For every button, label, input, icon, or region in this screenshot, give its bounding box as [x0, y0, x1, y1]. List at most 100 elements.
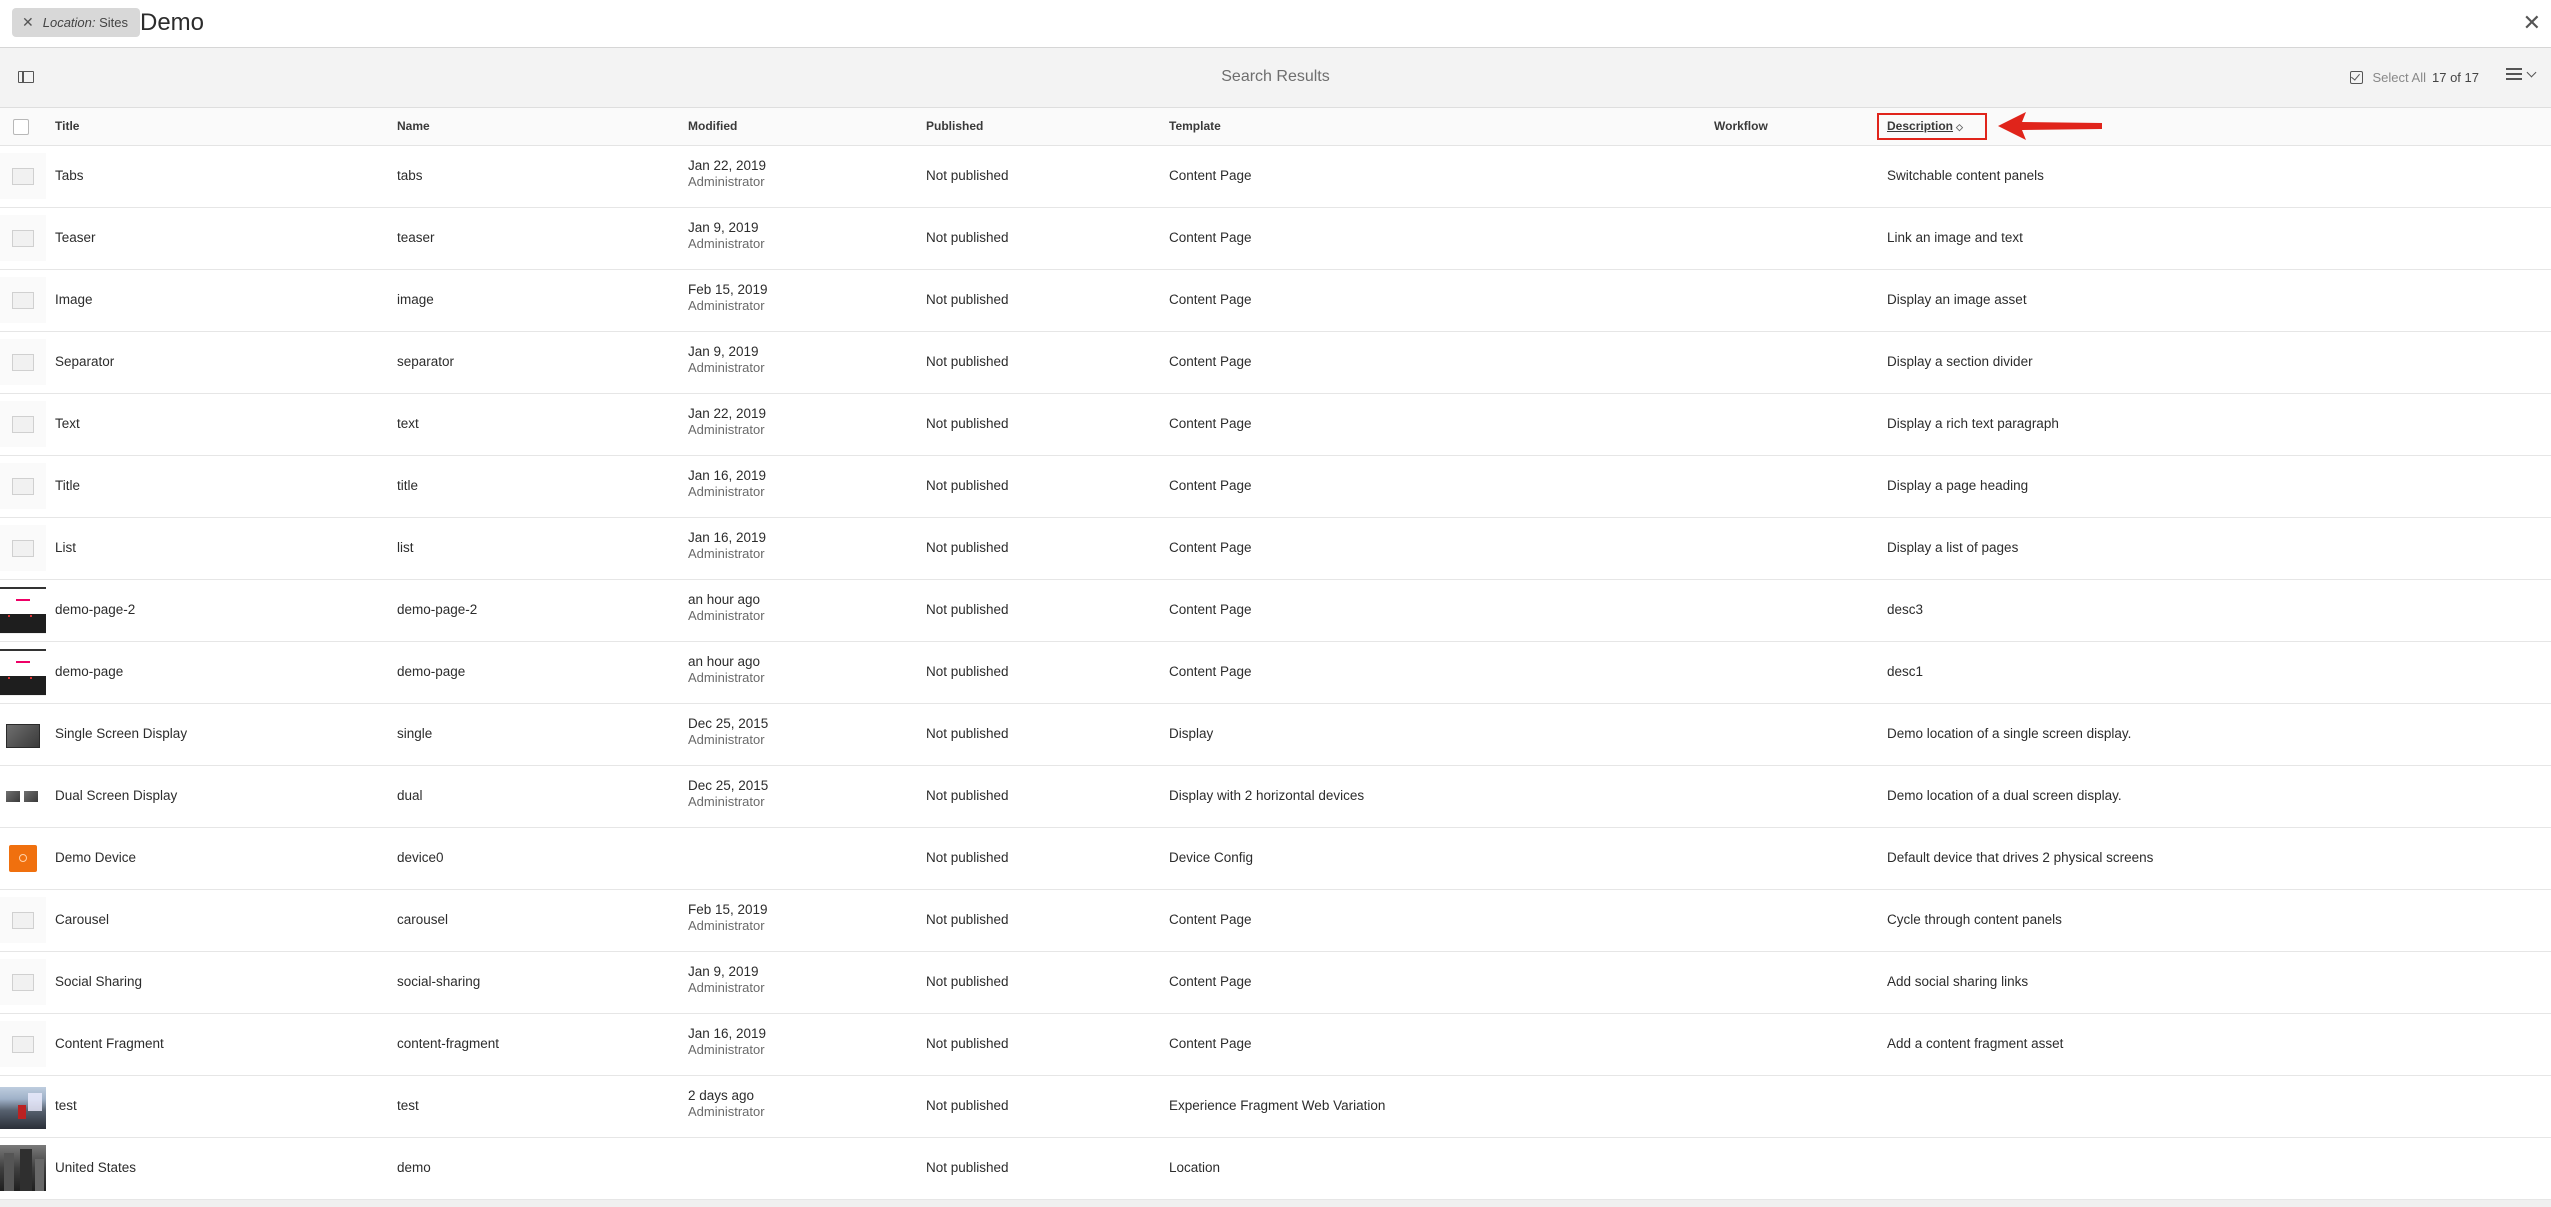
red-arrow-annotation	[1998, 112, 2102, 140]
thumbnail-component[interactable]	[0, 215, 46, 261]
thumbnail-component[interactable]	[0, 1021, 46, 1067]
row-modified-by: Administrator	[688, 732, 765, 747]
close-icon[interactable]: ✕	[22, 14, 34, 31]
row-modified: Jan 22, 2019 Administrator	[688, 158, 766, 190]
row-modified: Jan 9, 2019 Administrator	[688, 220, 765, 252]
table-row[interactable]: Carousel carousel Feb 15, 2019 Administrato…	[0, 890, 2551, 952]
row-published-status: Not published	[926, 788, 1009, 803]
row-modified-date: Feb 15, 2019	[688, 902, 768, 917]
row-template: Content Page	[1169, 1036, 1252, 1051]
row-description: desc3	[1887, 602, 1924, 617]
row-modified: Jan 16, 2019 Administrator	[688, 468, 766, 500]
row-description: Display a list of pages	[1887, 540, 2019, 555]
location-filter-tag[interactable]: ✕ Location: Sites	[12, 8, 141, 37]
table-row[interactable]: Separator separator Jan 9, 2019 Administrat…	[0, 332, 2551, 394]
row-modified-by: Administrator	[688, 484, 765, 499]
row-title: Content Fragment	[55, 1036, 164, 1051]
row-modified: Jan 22, 2019 Administrator	[688, 406, 766, 438]
row-modified-by: Administrator	[688, 980, 765, 995]
row-modified: an hour ago Administrator	[688, 592, 765, 624]
highlight-annotation-box	[1877, 113, 1987, 140]
table-row[interactable]: Image image Feb 15, 2019 Administrator Not p…	[0, 270, 2551, 332]
row-published-status: Not published	[926, 292, 1009, 307]
table-row[interactable]: List list Jan 16, 2019 Administrator Not pub…	[0, 518, 2551, 580]
row-name: text	[397, 416, 419, 431]
row-published-status: Not published	[926, 664, 1009, 679]
table-row[interactable]: Text text Jan 22, 2019 Administrator Not pub…	[0, 394, 2551, 456]
thumbnail-component[interactable]	[0, 959, 46, 1005]
table-row[interactable]: test test 2 days ago Administrator Not publi…	[0, 1076, 2551, 1138]
thumbnail-page[interactable]	[0, 649, 46, 696]
column-header-template[interactable]: Template	[1169, 108, 1221, 145]
search-input[interactable]: Demo	[140, 9, 204, 37]
close-icon[interactable]: ✕	[2523, 10, 2541, 36]
thumbnail-single[interactable]	[0, 711, 46, 757]
thumbnail-component[interactable]	[0, 463, 46, 509]
column-header-modified[interactable]: Modified	[688, 108, 737, 145]
table-row[interactable]: Social Sharing social-sharing Jan 9, 2019 A…	[0, 952, 2551, 1014]
row-name: social-sharing	[397, 974, 481, 989]
view-switcher-button[interactable]	[2506, 67, 2537, 81]
row-published-status: Not published	[926, 1098, 1009, 1113]
row-modified-date: Jan 16, 2019	[688, 1026, 767, 1041]
row-modified-date: Jan 22, 2019	[688, 406, 767, 421]
thumbnail-component[interactable]	[0, 897, 46, 943]
row-modified-date: 2 days ago	[688, 1088, 755, 1103]
row-name: list	[397, 540, 414, 555]
row-template: Content Page	[1169, 540, 1252, 555]
thumbnail-city[interactable]	[0, 1145, 46, 1191]
table-row[interactable]: United States demo Not published Location	[0, 1138, 2551, 1200]
thumbnail-component[interactable]	[0, 277, 46, 323]
row-published-status: Not published	[926, 416, 1009, 431]
row-modified: 2 days ago Administrator	[688, 1088, 765, 1120]
column-header-workflow[interactable]: Workflow	[1714, 108, 1768, 145]
row-published-status: Not published	[926, 1036, 1009, 1051]
row-published-status: Not published	[926, 230, 1009, 245]
row-published-status: Not published	[926, 602, 1009, 617]
column-header-title[interactable]: Title	[55, 108, 79, 145]
row-template: Content Page	[1169, 602, 1252, 617]
row-description: Demo location of a single screen display…	[1887, 726, 2132, 741]
select-all-checkbox[interactable]	[13, 119, 29, 135]
table-row[interactable]: Teaser teaser Jan 9, 2019 Administrator Not …	[0, 208, 2551, 270]
row-published-status: Not published	[926, 912, 1009, 927]
row-name: title	[397, 478, 419, 493]
table-row[interactable]: demo-page-2 demo-page-2 an hour ago Adminis…	[0, 580, 2551, 642]
table-row[interactable]: Demo Device device0 Not published Device Co…	[0, 828, 2551, 890]
thumbnail-dual[interactable]	[0, 773, 46, 819]
thumbnail-component[interactable]	[0, 525, 46, 571]
row-template: Content Page	[1169, 478, 1252, 493]
thumbnail-component[interactable]	[0, 153, 46, 199]
column-header-published[interactable]: Published	[926, 108, 983, 145]
table-row[interactable]: demo-page demo-page an hour ago Administrat…	[0, 642, 2551, 704]
row-published-status: Not published	[926, 1160, 1009, 1175]
column-header-name[interactable]: Name	[397, 108, 430, 145]
row-title: Title	[55, 478, 81, 493]
row-title: Text	[55, 416, 80, 431]
row-description: Display a page heading	[1887, 478, 2029, 493]
thumbnail-photo[interactable]	[0, 1083, 46, 1129]
table-row[interactable]: Single Screen Display single Dec 25, 2015 A…	[0, 704, 2551, 766]
select-all-button[interactable]: Select All	[2349, 70, 2426, 85]
row-modified-date: an hour ago	[688, 654, 761, 669]
row-modified-by: Administrator	[688, 608, 765, 623]
list-view-icon	[2506, 68, 2522, 81]
thumbnail-component[interactable]	[0, 339, 46, 385]
table-row[interactable]: Tabs tabs Jan 22, 2019 Administrator Not pub…	[0, 146, 2551, 208]
thumbnail-device[interactable]	[0, 835, 46, 881]
row-name: demo-page	[397, 664, 466, 679]
row-modified-date: Jan 9, 2019	[688, 964, 759, 979]
row-modified-date: an hour ago	[688, 592, 761, 607]
row-description: desc1	[1887, 664, 1924, 679]
row-title: test	[55, 1098, 77, 1113]
table-row[interactable]: Title title Jan 16, 2019 Administrator Not p…	[0, 456, 2551, 518]
table-row[interactable]: Dual Screen Display dual Dec 25, 2015 Admin…	[0, 766, 2551, 828]
thumbnail-component[interactable]	[0, 401, 46, 447]
thumbnail-page[interactable]	[0, 587, 46, 634]
row-name: test	[397, 1098, 419, 1113]
row-template: Content Page	[1169, 912, 1252, 927]
table-row[interactable]: Content Fragment content-fragment Jan 16, …	[0, 1014, 2551, 1076]
row-description: Display a section divider	[1887, 354, 2033, 369]
row-name: separator	[397, 354, 455, 369]
row-title: demo-page-2	[55, 602, 136, 617]
